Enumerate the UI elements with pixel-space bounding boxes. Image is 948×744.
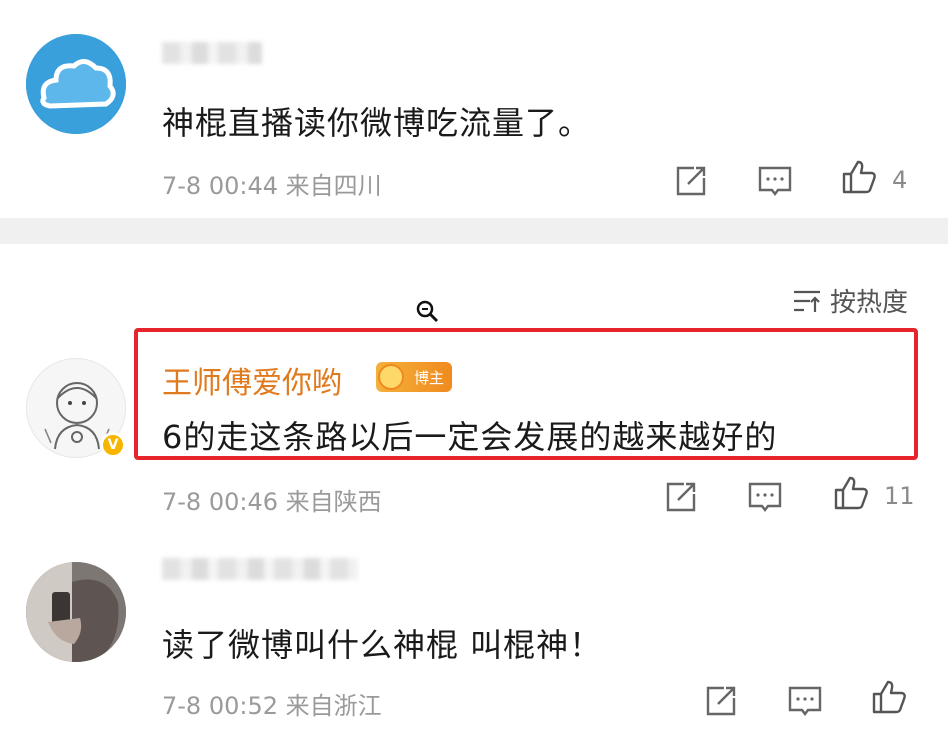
avatar[interactable] xyxy=(26,562,126,662)
like-icon[interactable] xyxy=(832,474,870,512)
verified-badge-icon: V xyxy=(100,432,126,458)
badge-label: 博主 xyxy=(413,368,444,387)
avatar[interactable] xyxy=(26,34,126,134)
comment-icon[interactable] xyxy=(786,682,824,720)
share-icon[interactable] xyxy=(702,682,740,720)
comment-icon[interactable] xyxy=(756,162,794,200)
comment-time: 7-8 00:52 xyxy=(162,692,278,720)
comment-meta: 7-8 00:46 来自陕西 xyxy=(162,482,382,517)
like-icon[interactable] xyxy=(840,158,878,196)
comment-source: 来自浙江 xyxy=(285,692,382,720)
sort-icon xyxy=(793,290,820,312)
username[interactable]: 王师傅爱你哟 xyxy=(162,358,342,402)
comment-text: 读了微博叫什么神棍 叫棍神！ xyxy=(162,626,603,664)
sort-by-hot-button[interactable]: 按热度 xyxy=(792,282,908,319)
comment-icon[interactable] xyxy=(746,478,784,516)
like-icon[interactable] xyxy=(870,678,908,716)
comment-meta: 7-8 00:44 来自四川 xyxy=(162,166,382,201)
like-count: 4 xyxy=(892,166,908,194)
sketch-avatar-icon xyxy=(27,359,125,457)
comment-source: 来自四川 xyxy=(285,172,382,200)
username-blurred xyxy=(162,42,262,64)
zoom-cursor-icon xyxy=(416,300,439,323)
section-divider xyxy=(0,218,948,244)
comment-meta: 7-8 00:52 来自浙江 xyxy=(162,686,382,721)
sort-label: 按热度 xyxy=(829,288,908,318)
blogger-badge: 博主 xyxy=(376,362,452,392)
comment-time: 7-8 00:46 xyxy=(162,488,278,516)
like-count: 11 xyxy=(884,482,915,510)
cloud-avatar-icon xyxy=(26,34,126,134)
highlight-box xyxy=(134,328,918,460)
comment-source: 来自陕西 xyxy=(285,488,382,516)
badge-face-icon xyxy=(378,364,404,390)
comment-text: 神棍直播读你微博吃流量了。 xyxy=(162,104,592,142)
username-blurred xyxy=(162,558,358,580)
comment-text: 6的走这条路以后一定会发展的越来越好的 xyxy=(162,418,778,456)
share-icon[interactable] xyxy=(662,478,700,516)
photo-avatar-icon xyxy=(26,562,126,662)
comment-item-1: 神棍直播读你微博吃流量了。 7-8 00:44 来自四川 4 xyxy=(0,0,948,218)
comment-time: 7-8 00:44 xyxy=(162,172,278,200)
share-icon[interactable] xyxy=(672,162,710,200)
avatar[interactable] xyxy=(26,358,126,458)
